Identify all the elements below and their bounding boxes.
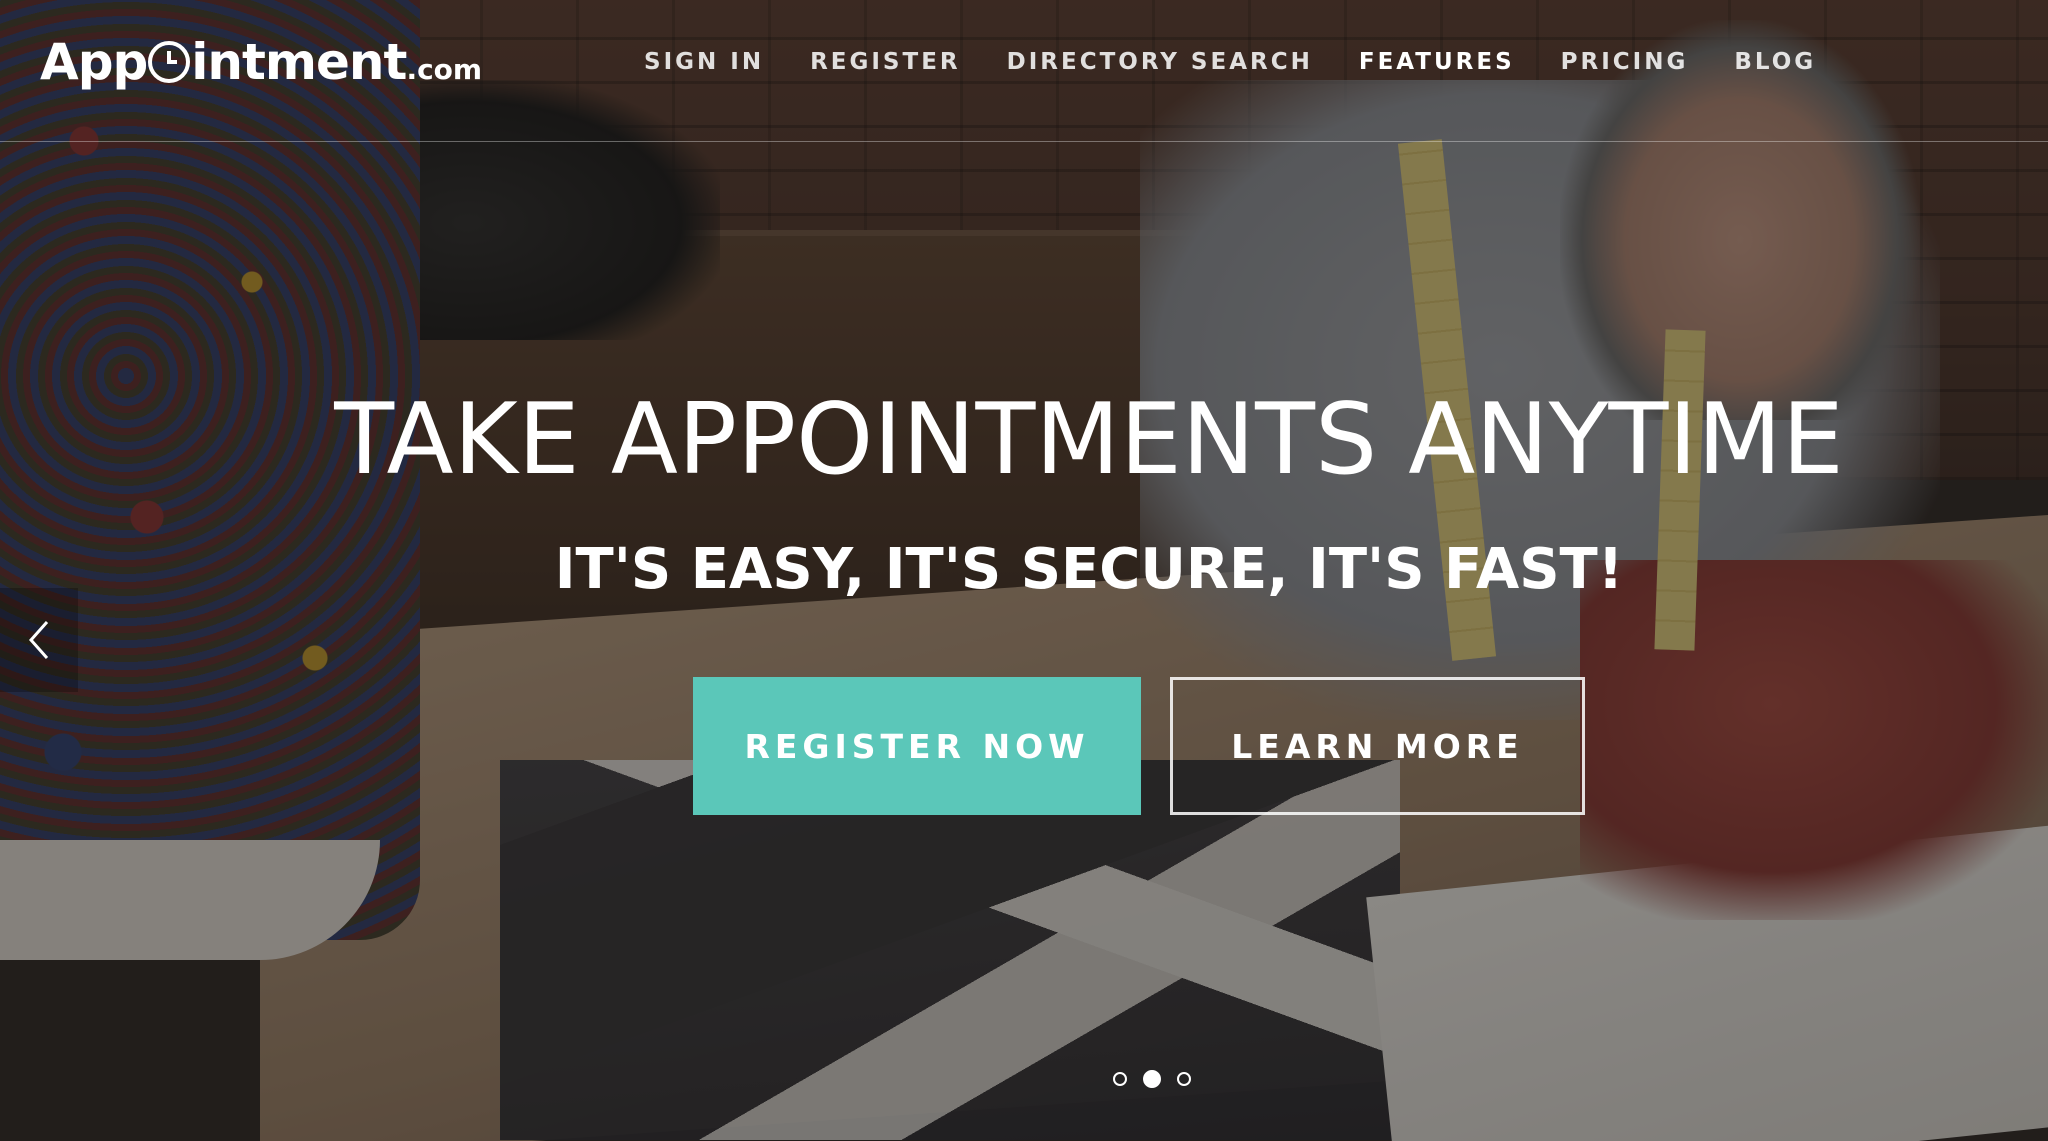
main-nav: SIGN IN REGISTER DIRECTORY SEARCH FEATUR… [644,44,1862,80]
nav-features[interactable]: FEATURES [1359,44,1515,80]
carousel-indicators [1113,1070,1191,1088]
chevron-left-icon [28,621,49,659]
brand-name-part1: App [40,33,148,91]
site-header: App intment.com SIGN IN REGISTER DIRECTOR… [0,0,2048,142]
hero-headline: TAKE APPOINTMENTS ANYTIME [334,383,1844,497]
brand-name-part2: intment [191,33,407,91]
nav-register[interactable]: REGISTER [810,44,961,80]
nav-blog[interactable]: BLOG [1734,44,1816,80]
brand-tld: .com [406,53,483,86]
brand-logo[interactable]: App intment.com [40,32,482,100]
hero-subheadline: IT'S EASY, IT'S SECURE, IT'S FAST! [554,537,1624,602]
alarm-clock-icon [148,41,191,83]
carousel-dot-1[interactable] [1113,1072,1127,1086]
carousel-prev-button[interactable] [0,588,78,692]
register-now-button[interactable]: REGISTER NOW [693,677,1141,815]
nav-directory-search[interactable]: DIRECTORY SEARCH [1007,44,1313,80]
nav-pricing[interactable]: PRICING [1561,44,1689,80]
nav-sign-in[interactable]: SIGN IN [644,44,764,80]
learn-more-button[interactable]: LEARN MORE [1170,677,1585,815]
carousel-dot-2[interactable] [1143,1070,1161,1088]
carousel-dot-3[interactable] [1177,1072,1191,1086]
